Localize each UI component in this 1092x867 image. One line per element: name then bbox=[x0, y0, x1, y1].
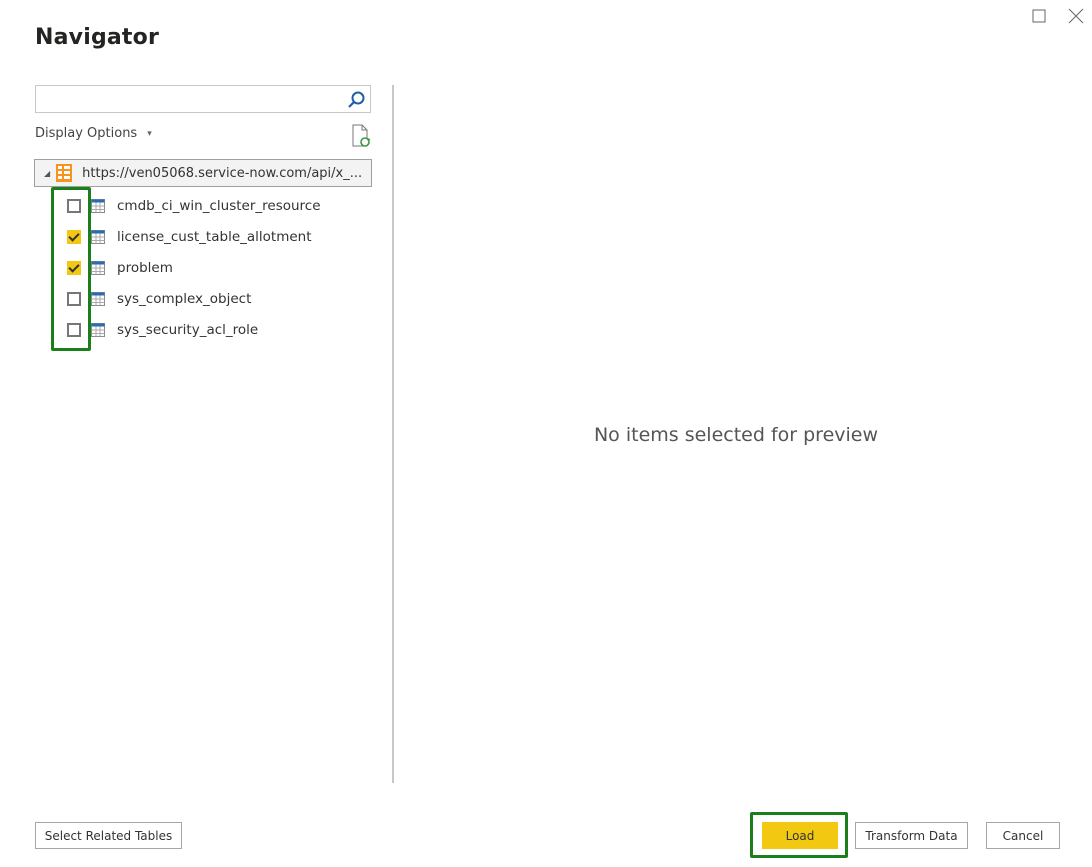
tree-item[interactable]: cmdb_ci_win_cluster_resource bbox=[62, 190, 321, 221]
search-icon[interactable] bbox=[346, 90, 366, 110]
refresh-file-icon bbox=[352, 124, 371, 147]
expand-icon[interactable]: ◢ bbox=[44, 169, 50, 178]
tree-item-label: license_cust_table_allotment bbox=[117, 228, 312, 245]
table-icon bbox=[91, 291, 105, 306]
chevron-down-icon: ▾ bbox=[147, 128, 152, 139]
cancel-button[interactable]: Cancel bbox=[986, 822, 1060, 849]
display-options-label: Display Options bbox=[35, 126, 138, 141]
table-icon bbox=[91, 260, 105, 275]
tree-root-node[interactable]: ◢ https://ven05068.service-now.com/api/x… bbox=[34, 159, 372, 187]
checkbox-highlight-box bbox=[51, 187, 91, 351]
close-button[interactable] bbox=[1066, 6, 1086, 26]
tree-item-label: sys_security_acl_role bbox=[117, 321, 259, 338]
table-icon bbox=[91, 322, 105, 337]
transform-data-button[interactable]: Transform Data bbox=[855, 822, 968, 849]
tree-item-label: sys_complex_object bbox=[117, 290, 252, 307]
table-icon bbox=[91, 198, 105, 213]
restore-icon bbox=[1032, 9, 1046, 23]
select-related-tables-button[interactable]: Select Related Tables bbox=[35, 822, 182, 849]
tree-root-label: https://ven05068.service-now.com/api/x_.… bbox=[82, 165, 363, 181]
tree-item-label: cmdb_ci_win_cluster_resource bbox=[117, 197, 321, 214]
tree-item[interactable]: license_cust_table_allotment bbox=[62, 221, 312, 252]
tree-item[interactable]: sys_security_acl_role bbox=[62, 314, 258, 345]
load-button[interactable]: Load bbox=[762, 822, 838, 849]
display-options-dropdown[interactable]: Display Options ▾ bbox=[35, 126, 152, 141]
refresh-button[interactable] bbox=[350, 124, 372, 148]
restore-button[interactable] bbox=[1029, 6, 1049, 26]
tree-item-label: problem bbox=[117, 259, 173, 276]
search-box[interactable] bbox=[35, 85, 371, 113]
search-input[interactable] bbox=[40, 87, 344, 113]
table-icon bbox=[91, 229, 105, 244]
data-source-icon bbox=[56, 164, 73, 182]
dialog-title: Navigator bbox=[35, 25, 160, 50]
close-icon bbox=[1068, 8, 1084, 24]
preview-empty-message: No items selected for preview bbox=[593, 424, 879, 446]
